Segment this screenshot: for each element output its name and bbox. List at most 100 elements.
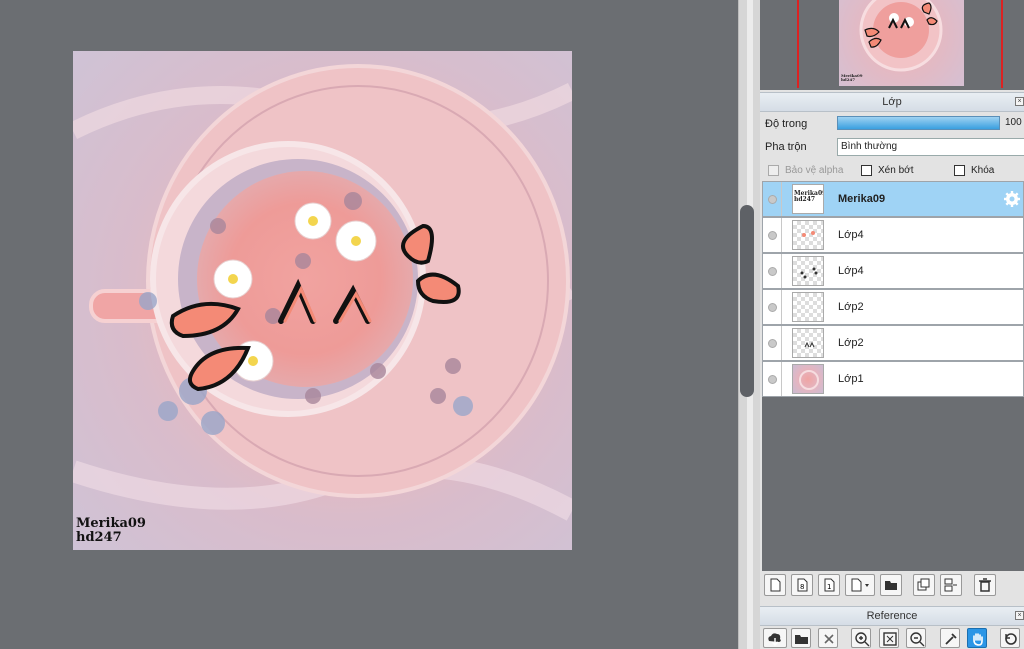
watermark-line-2: hd247 — [76, 530, 122, 545]
gear-icon[interactable] — [1004, 191, 1020, 207]
layer-thumbnail — [792, 292, 824, 322]
visibility-icon[interactable] — [768, 375, 777, 384]
lock-checkbox[interactable]: Khóa — [954, 165, 994, 176]
clip-checkbox[interactable]: Xén bớt — [861, 165, 913, 176]
layer-row[interactable]: Lớp1 — [762, 361, 1024, 397]
visibility-icon[interactable] — [768, 267, 777, 276]
svg-text:8: 8 — [800, 583, 804, 591]
reference-panel-title-text: Reference — [866, 610, 918, 622]
new-folder-button[interactable] — [880, 574, 902, 596]
rotate-icon — [1005, 633, 1017, 645]
visibility-icon[interactable] — [768, 339, 777, 348]
open-folder-icon — [795, 635, 808, 644]
fit-icon — [883, 632, 897, 646]
new-raster-layer-button[interactable]: 8 — [791, 574, 813, 596]
hand-tool-button[interactable] — [967, 628, 987, 648]
navigator-thumbnail[interactable]: Merika09 hd247 — [839, 0, 964, 86]
layer-row[interactable]: Lớp4 — [762, 253, 1024, 289]
row-separator — [781, 290, 782, 324]
opacity-value: 100 — [1005, 117, 1022, 128]
layer-thumb-text: Merika09 hd247 — [794, 190, 824, 203]
duplicate-layer-button[interactable] — [913, 574, 935, 596]
eyedropper-icon — [945, 633, 957, 645]
reference-panel-title: Reference × — [760, 606, 1024, 626]
add-layer-icon — [851, 578, 869, 592]
layer-thumbnail — [792, 220, 824, 250]
blend-mode-select[interactable]: Bình thường — [837, 138, 1024, 156]
new-layer-icon — [770, 578, 781, 592]
right-panel: Merika09 hd247 Lớp × Độ trong 100 Pha tr… — [760, 0, 1024, 649]
layer-row[interactable]: Lớp2 — [762, 289, 1024, 325]
import-reference-button[interactable] — [763, 628, 787, 648]
eyedropper-button[interactable] — [940, 628, 960, 648]
folder-icon — [885, 581, 897, 590]
artwork-image — [73, 64, 572, 521]
row-separator — [781, 182, 782, 216]
row-separator — [781, 218, 782, 252]
layer-thumbnail — [792, 328, 824, 358]
visibility-icon[interactable] — [768, 303, 777, 312]
layer-name[interactable]: Lớp1 — [838, 373, 864, 385]
close-reference-button[interactable] — [818, 628, 838, 648]
row-separator — [781, 254, 782, 288]
layer-list[interactable]: Merika09 hd247 Merika09 Lớp4 Lớp4 Lớp2 L… — [762, 181, 1024, 571]
blend-label: Pha trộn — [765, 141, 807, 153]
panel-close-icon[interactable]: × — [1015, 97, 1024, 106]
canvas-area[interactable]: Merika09 hd247 — [0, 0, 738, 649]
checkbox-box — [954, 165, 965, 176]
merge-layer-button[interactable] — [940, 574, 962, 596]
new-raster-icon: 8 — [797, 578, 808, 592]
trash-icon — [979, 578, 991, 592]
artwork-canvas[interactable]: Merika09 hd247 — [73, 51, 572, 550]
layer-thumbnail — [792, 364, 824, 394]
opacity-slider[interactable] — [837, 116, 1000, 130]
zoom-in-icon — [855, 632, 870, 647]
layer-name[interactable]: Lớp4 — [838, 265, 864, 277]
protect-alpha-label: Bảo vệ alpha — [785, 165, 844, 176]
hand-icon — [973, 633, 983, 646]
checkbox-box — [861, 165, 872, 176]
layer-row[interactable]: Merika09 hd247 Merika09 — [762, 181, 1024, 217]
reference-toolbar — [760, 626, 1024, 649]
layer-row[interactable]: Lớp2 — [762, 325, 1024, 361]
visibility-icon[interactable] — [768, 231, 777, 240]
open-reference-button[interactable] — [791, 628, 811, 648]
zoom-in-button[interactable] — [851, 628, 871, 648]
new-layer-button[interactable] — [764, 574, 786, 596]
rotate-reset-button[interactable] — [1000, 628, 1020, 648]
layer-name[interactable]: Lớp2 — [838, 301, 864, 313]
layer-panel-title: Lớp × — [760, 92, 1024, 112]
layer-panel-title-text: Lớp — [882, 96, 902, 108]
layer-thumbnail: Merika09 hd247 — [792, 184, 824, 214]
zoom-out-button[interactable] — [906, 628, 926, 648]
layer-toolbar: 8 1 — [760, 571, 1024, 601]
canvas-scrollbar-thumb[interactable] — [740, 205, 754, 397]
new-1bit-layer-button[interactable]: 1 — [818, 574, 840, 596]
add-layer-menu-button[interactable] — [845, 574, 875, 596]
row-separator — [781, 326, 782, 360]
layer-thumbnail — [792, 256, 824, 286]
row-separator — [781, 362, 782, 396]
layer-row[interactable]: Lớp4 — [762, 217, 1024, 253]
layer-name[interactable]: Lớp4 — [838, 229, 864, 241]
close-icon — [824, 634, 834, 644]
navigator-panel[interactable]: Merika09 hd247 — [760, 0, 1024, 90]
layer-name[interactable]: Merika09 — [838, 193, 885, 205]
delete-layer-button[interactable] — [974, 574, 996, 596]
layer-name[interactable]: Lớp2 — [838, 337, 864, 349]
lock-label: Khóa — [971, 165, 995, 176]
visibility-icon[interactable] — [768, 195, 777, 204]
merge-icon — [944, 578, 957, 592]
zoom-out-icon — [910, 632, 925, 647]
protect-alpha-checkbox[interactable]: Bảo vệ alpha — [768, 165, 843, 176]
svg-text:1: 1 — [827, 583, 831, 591]
navigator-frame-right — [1001, 0, 1003, 88]
fit-view-button[interactable] — [879, 628, 899, 648]
checkbox-box — [768, 165, 779, 176]
opacity-label: Độ trong — [765, 118, 808, 130]
watermark-line-1: Merika09 — [76, 516, 146, 531]
navigator-frame-left — [797, 0, 799, 88]
new-1bit-icon: 1 — [824, 578, 835, 592]
panel-close-icon[interactable]: × — [1015, 611, 1024, 620]
cloud-download-icon — [768, 633, 781, 646]
